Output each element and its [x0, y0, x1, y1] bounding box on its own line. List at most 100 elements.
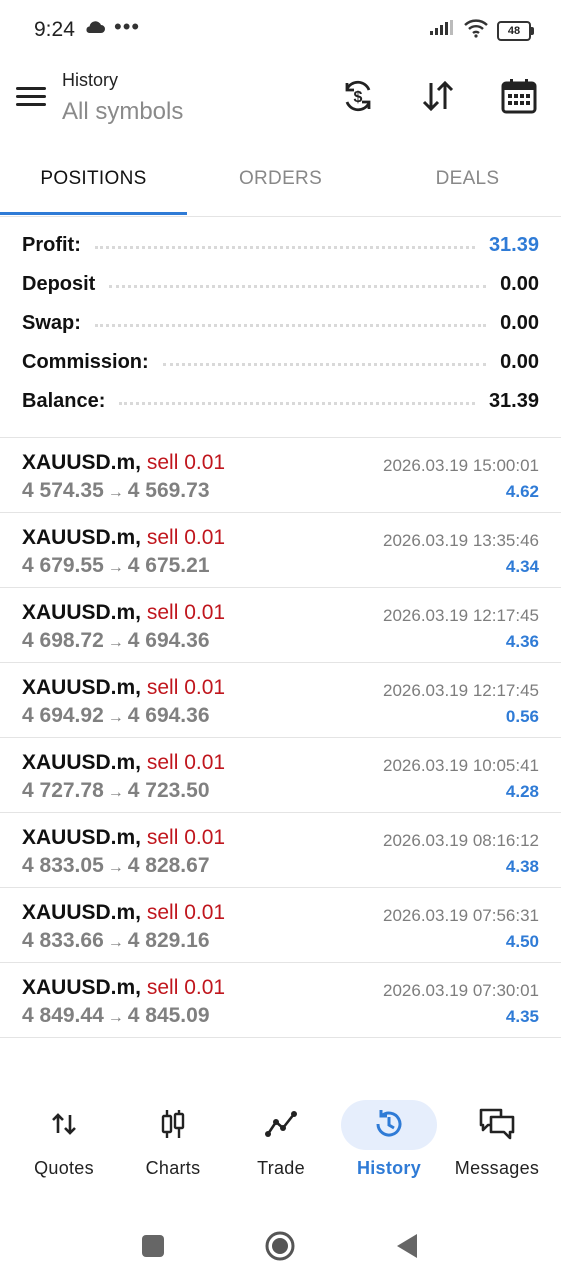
recents-button[interactable] — [133, 1226, 173, 1266]
close-price: 4 845.09 — [127, 1004, 210, 1027]
position-row[interactable]: XAUUSD.m, sell 0.01 4 574.35 → 4 569.73 2026… — [0, 438, 561, 513]
position-row[interactable]: XAUUSD.m, sell 0.01 4 698.72 → 4 694.36 2026… — [0, 588, 561, 663]
arrow-right-icon: → — [107, 709, 124, 726]
position-symbol: XAUUSD.m, — [22, 601, 142, 624]
summary-row-commission: Commission: 0.00 — [0, 343, 561, 382]
positions-list: XAUUSD.m, sell 0.01 4 574.35 → 4 569.73 2026… — [0, 437, 561, 1038]
open-price: 4 574.35 — [22, 479, 104, 502]
tab-deals[interactable]: DEALS — [374, 152, 561, 214]
nav-charts[interactable]: Charts — [117, 1090, 229, 1190]
dotted-leader — [119, 402, 475, 405]
tab-positions[interactable]: POSITIONS — [0, 152, 187, 214]
nav-trade-label: Trade — [257, 1158, 305, 1178]
app-bar: History All symbols $ — [0, 60, 561, 148]
position-symbol: XAUUSD.m, — [22, 901, 142, 924]
arrow-right-icon: → — [107, 934, 124, 951]
swap-value: 0.00 — [500, 312, 539, 334]
position-symbol-line: XAUUSD.m, sell 0.01 — [22, 751, 225, 775]
close-price: 4 694.36 — [127, 704, 210, 727]
position-prices: 4 679.55 → 4 675.21 — [22, 554, 210, 578]
position-symbol: XAUUSD.m, — [22, 976, 142, 999]
position-prices: 4 727.78 → 4 723.50 — [22, 779, 210, 803]
position-prices: 4 849.44 → 4 845.09 — [22, 1004, 210, 1028]
menu-icon[interactable] — [14, 82, 50, 112]
open-price: 4 849.44 — [22, 1004, 104, 1027]
position-time: 2026.03.19 13:35:46 — [383, 531, 539, 550]
position-row[interactable]: XAUUSD.m, sell 0.01 4 727.78 → 4 723.50 2026… — [0, 738, 561, 813]
profit-value: 31.39 — [488, 234, 539, 256]
position-symbol-line: XAUUSD.m, sell 0.01 — [22, 976, 225, 1000]
candlestick-icon — [149, 1100, 197, 1148]
profit-label: Profit: — [22, 234, 81, 256]
nav-trade[interactable]: Trade — [225, 1090, 337, 1190]
back-button[interactable] — [387, 1226, 427, 1266]
history-clock-icon — [365, 1100, 413, 1148]
position-side: sell 0.01 — [146, 601, 226, 624]
position-prices: 4 574.35 → 4 569.73 — [22, 479, 210, 503]
position-row[interactable]: XAUUSD.m, sell 0.01 4 833.05 → 4 828.67 2026… — [0, 813, 561, 888]
position-time: 2026.03.19 07:30:01 — [383, 981, 539, 1000]
position-row[interactable]: XAUUSD.m, sell 0.01 4 849.44 → 4 845.09 2026… — [0, 963, 561, 1038]
home-button[interactable] — [260, 1226, 300, 1266]
bottom-navigation: Quotes Charts Trade History Messages — [0, 1090, 561, 1200]
summary-row-deposit: Deposit 0.00 — [0, 265, 561, 304]
arrow-right-icon: → — [107, 1009, 124, 1026]
position-symbol-line: XAUUSD.m, sell 0.01 — [22, 451, 225, 475]
nav-history[interactable]: History — [333, 1090, 445, 1190]
open-price: 4 833.05 — [22, 854, 104, 877]
deposit-value: 0.00 — [500, 273, 539, 295]
position-symbol: XAUUSD.m, — [22, 526, 142, 549]
position-symbol: XAUUSD.m, — [22, 676, 142, 699]
position-profit: 0.56 — [505, 707, 539, 726]
position-time: 2026.03.19 12:17:45 — [383, 681, 539, 700]
position-side: sell 0.01 — [146, 976, 226, 999]
tab-orders[interactable]: ORDERS — [187, 152, 374, 214]
nav-quotes-label: Quotes — [34, 1158, 94, 1178]
dotted-leader — [94, 246, 475, 249]
quotes-icon — [40, 1100, 88, 1148]
open-price: 4 679.55 — [22, 554, 104, 577]
position-row[interactable]: XAUUSD.m, sell 0.01 4 694.92 → 4 694.36 2026… — [0, 663, 561, 738]
position-time: 2026.03.19 12:17:45 — [383, 606, 539, 625]
position-row[interactable]: XAUUSD.m, sell 0.01 4 833.66 → 4 829.16 2026… — [0, 888, 561, 963]
arrow-right-icon: → — [107, 559, 124, 576]
symbol-filter[interactable]: All symbols — [62, 98, 183, 126]
arrow-right-icon: → — [107, 784, 124, 801]
position-side: sell 0.01 — [146, 901, 226, 924]
active-tab-indicator — [0, 212, 187, 215]
position-profit: 4.36 — [505, 632, 539, 651]
position-profit: 4.28 — [505, 782, 539, 801]
arrow-right-icon: → — [107, 859, 124, 876]
position-prices: 4 694.92 → 4 694.36 — [22, 704, 210, 728]
battery-icon: 48 — [497, 20, 534, 41]
arrow-right-icon: → — [107, 484, 124, 501]
summary-row-profit: Profit: 31.39 — [0, 226, 561, 265]
nav-quotes[interactable]: Quotes — [8, 1090, 120, 1190]
sort-icon[interactable] — [416, 74, 460, 118]
close-price: 4 829.16 — [127, 929, 210, 952]
position-symbol-line: XAUUSD.m, sell 0.01 — [22, 601, 225, 625]
position-time: 2026.03.19 10:05:41 — [383, 756, 539, 775]
position-profit: 4.38 — [505, 857, 539, 876]
wifi-icon — [463, 18, 489, 43]
commission-label: Commission: — [22, 351, 149, 373]
swap-label: Swap: — [22, 312, 81, 334]
arrow-right-icon: → — [107, 634, 124, 651]
balance-value: 31.39 — [488, 390, 539, 412]
close-price: 4 694.36 — [127, 629, 210, 652]
position-row[interactable]: XAUUSD.m, sell 0.01 4 679.55 → 4 675.21 2026… — [0, 513, 561, 588]
nav-messages[interactable]: Messages — [441, 1090, 553, 1190]
close-price: 4 569.73 — [127, 479, 210, 502]
position-prices: 4 833.66 → 4 829.16 — [22, 929, 210, 953]
position-time: 2026.03.19 15:00:01 — [383, 456, 539, 475]
nav-history-label: History — [356, 1158, 422, 1178]
sync-currency-icon[interactable]: $ — [336, 74, 380, 118]
close-price: 4 675.21 — [127, 554, 210, 577]
calendar-icon[interactable] — [497, 74, 541, 118]
deposit-label: Deposit — [22, 273, 96, 295]
position-symbol-line: XAUUSD.m, sell 0.01 — [22, 901, 225, 925]
close-price: 4 723.50 — [127, 779, 210, 802]
more-notifications-icon: ••• — [114, 14, 141, 39]
trend-line-icon — [257, 1100, 305, 1148]
position-prices: 4 833.05 → 4 828.67 — [22, 854, 210, 878]
